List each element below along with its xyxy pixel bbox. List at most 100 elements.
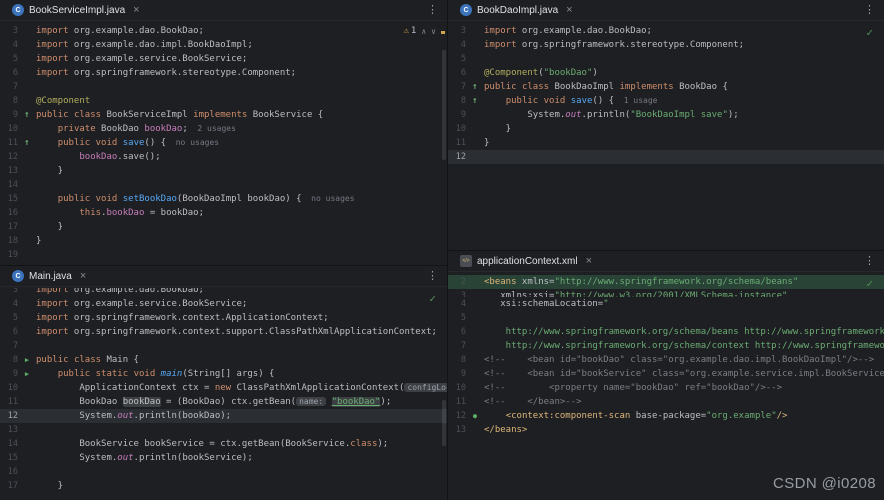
gutter — [466, 367, 484, 381]
gutter — [466, 353, 484, 367]
split-divider-horizontal-right[interactable] — [448, 250, 884, 251]
line-number: 3 — [448, 289, 466, 297]
tab-book-service-impl-java[interactable]: C BookServiceImpl.java × — [4, 0, 148, 21]
gutter — [18, 311, 36, 325]
implements-icon[interactable]: ↑ — [18, 136, 36, 150]
gutter — [466, 122, 484, 136]
code-editor[interactable]: 2<beans xmlns="http://www.springframewor… — [448, 273, 884, 500]
inspections-warning-widget[interactable]: ⚠1∧∨ — [404, 26, 437, 36]
code-line: 12 bookDao.save(); — [0, 150, 447, 164]
kebab-menu-icon[interactable]: ⋮ — [427, 3, 438, 16]
kebab-menu-icon[interactable]: ⋮ — [864, 3, 875, 16]
gutter — [18, 220, 36, 234]
code-line: 6import org.springframework.context.supp… — [0, 325, 447, 339]
tab-bar: </> applicationContext.xml × ⋮ — [448, 251, 884, 272]
scrollbar-thumb[interactable] — [442, 400, 446, 446]
code-line: 5import org.springframework.context.Appl… — [0, 311, 447, 325]
run-button-icon[interactable]: ▶ — [18, 367, 36, 381]
gutter — [466, 150, 484, 164]
gutter — [18, 381, 36, 395]
inspections-ok-icon[interactable]: ✓ — [429, 292, 436, 305]
tab-main-java[interactable]: C Main.java × — [4, 266, 94, 287]
close-icon[interactable]: × — [80, 271, 86, 281]
tab-label: BookServiceImpl.java — [29, 5, 125, 16]
tab-book-dao-impl-java[interactable]: C BookDaoImpl.java × — [452, 0, 581, 21]
code-text: BookService bookService = ctx.getBean(Bo… — [36, 437, 388, 451]
spring-bean-icon[interactable]: ● — [466, 409, 484, 423]
gutter — [466, 395, 484, 409]
code-text: ApplicationContext ctx = new ClassPathXm… — [36, 381, 447, 395]
implements-icon[interactable]: ↑ — [466, 94, 484, 108]
code-text: import org.example.dao.BookDao; — [36, 288, 204, 297]
line-number: 4 — [448, 297, 466, 311]
parameter-name-hint: configLocatio — [404, 383, 447, 392]
tab-application-context-xml[interactable]: </> applicationContext.xml × — [452, 251, 600, 272]
code-editor[interactable]: 3import org.example.dao.BookDao;4import … — [0, 288, 447, 500]
gutter — [466, 289, 484, 297]
code-editor[interactable]: 3import org.example.dao.BookDao;4import … — [448, 22, 884, 250]
kebab-menu-icon[interactable]: ⋮ — [427, 269, 438, 282]
line-number: 13 — [0, 164, 18, 178]
gutter — [18, 94, 36, 108]
code-text: <context:component-scan base-package="or… — [484, 409, 787, 423]
code-editor[interactable]: 3import org.example.dao.BookDao;4import … — [0, 22, 447, 265]
gutter — [18, 479, 36, 493]
code-text: import org.example.service.BookService; — [36, 297, 247, 311]
code-line: 11<!-- </bean>--> — [448, 395, 884, 409]
split-divider-horizontal-left[interactable] — [0, 265, 447, 266]
line-number: 2 — [448, 275, 466, 289]
inspections-ok-icon[interactable]: ✓ — [866, 277, 873, 290]
close-icon[interactable]: × — [586, 256, 592, 266]
line-number: 6 — [448, 66, 466, 80]
code-text: public static void main(String[] args) { — [36, 367, 274, 381]
line-number: 16 — [0, 206, 18, 220]
line-number: 9 — [0, 108, 18, 122]
watermark: CSDN @i0208 — [773, 475, 876, 492]
gutter — [18, 234, 36, 248]
run-button-icon[interactable]: ▶ — [18, 353, 36, 367]
code-text: </beans> — [484, 423, 527, 437]
code-text: } — [36, 479, 63, 493]
code-text: import org.springframework.stereotype.Co… — [36, 66, 296, 80]
kebab-menu-icon[interactable]: ⋮ — [864, 254, 875, 267]
code-line: 14 BookService bookService = ctx.getBean… — [0, 437, 447, 451]
line-number: 18 — [0, 234, 18, 248]
inspections-ok-icon[interactable]: ✓ — [866, 26, 873, 39]
close-icon[interactable]: × — [566, 5, 572, 15]
code-text: import org.example.dao.impl.BookDaoImpl; — [36, 38, 253, 52]
editor-pane-book-service-impl: C BookServiceImpl.java × ⋮ 3import org.e… — [0, 0, 447, 265]
gutter — [18, 288, 36, 297]
code-text: http://www.springframework.org/schema/be… — [484, 325, 884, 339]
line-number: 8 — [0, 94, 18, 108]
code-line: 8@Component — [0, 94, 447, 108]
code-line: 3import org.example.dao.BookDao; — [0, 24, 447, 38]
gutter — [466, 66, 484, 80]
warning-count: 1 — [411, 26, 416, 36]
code-line: 6 http://www.springframework.org/schema/… — [448, 325, 884, 339]
implements-icon[interactable]: ↑ — [18, 108, 36, 122]
line-number: 9 — [448, 108, 466, 122]
gutter — [18, 52, 36, 66]
error-stripe-warning-mark[interactable] — [441, 31, 445, 34]
line-number: 14 — [0, 437, 18, 451]
implements-icon[interactable]: ↑ — [466, 80, 484, 94]
line-number: 17 — [0, 479, 18, 493]
code-text: public void setBookDao(BookDaoImpl bookD… — [36, 192, 355, 206]
code-text: xmlns:xsi="http://www.w3.org/2001/XMLSch… — [484, 289, 787, 297]
previous-problem-icon[interactable]: ∧ — [421, 27, 426, 36]
close-icon[interactable]: × — [133, 5, 139, 15]
line-number: 11 — [448, 395, 466, 409]
tab-bar: C BookServiceImpl.java × ⋮ — [0, 0, 447, 21]
next-problem-icon[interactable]: ∨ — [431, 27, 436, 36]
code-lines: 3import org.example.dao.BookDao;4import … — [0, 288, 447, 493]
line-number: 15 — [0, 451, 18, 465]
line-number: 7 — [448, 80, 466, 94]
scrollbar-thumb[interactable] — [442, 50, 446, 160]
java-class-icon: C — [460, 4, 472, 16]
editor-pane-main: C Main.java × ⋮ 3import org.example.dao.… — [0, 266, 447, 500]
code-line: 2<beans xmlns="http://www.springframewor… — [448, 275, 884, 289]
gutter — [466, 311, 484, 325]
gutter — [466, 52, 484, 66]
line-number: 11 — [448, 136, 466, 150]
line-number: 10 — [0, 381, 18, 395]
